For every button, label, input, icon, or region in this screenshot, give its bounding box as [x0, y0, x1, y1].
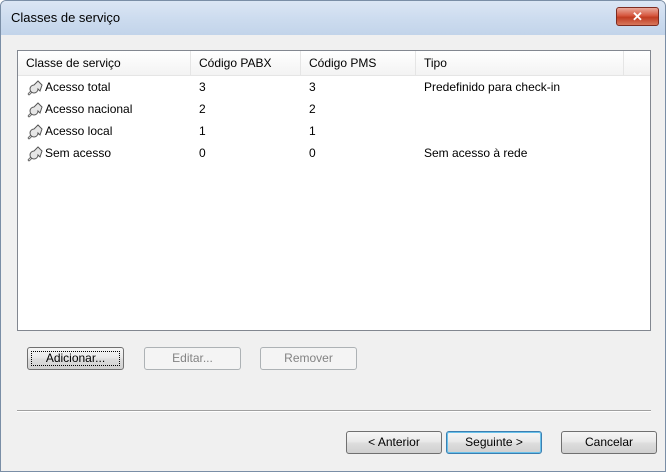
close-icon: ✕	[632, 9, 643, 24]
cell-tipo: Predefinido para check-in	[424, 80, 561, 94]
cell-pabx: 1	[199, 124, 206, 138]
wrench-icon	[27, 102, 43, 118]
remove-button-label: Remover	[284, 351, 333, 365]
classes-de-servico-dialog: Classes de serviço ✕ Classe de serviço C…	[0, 0, 666, 472]
wrench-icon	[27, 124, 43, 140]
cell-name: Acesso nacional	[45, 102, 133, 116]
cell-pms: 3	[309, 80, 316, 94]
cell-pabx: 2	[199, 102, 206, 116]
list-header: Classe de serviço Código PABX Código PMS…	[18, 51, 650, 76]
separator	[17, 410, 651, 412]
close-button[interactable]: ✕	[616, 7, 659, 26]
cell-name: Acesso local	[45, 124, 113, 138]
cell-pms: 0	[309, 146, 316, 160]
cell-pms: 1	[309, 124, 316, 138]
window-title: Classes de serviço	[11, 10, 121, 25]
cell-tipo: Sem acesso à rede	[424, 146, 528, 160]
cell-pms: 2	[309, 102, 316, 116]
focus-rectangle	[31, 351, 120, 366]
back-button-label: < Anterior	[368, 435, 420, 449]
cancel-button[interactable]: Cancelar	[561, 431, 657, 454]
title-bar[interactable]: Classes de serviço ✕	[1, 1, 665, 35]
edit-button[interactable]: Editar...	[144, 347, 241, 370]
cell-pabx: 0	[199, 146, 206, 160]
wrench-icon	[27, 80, 43, 96]
cell-name: Acesso total	[45, 80, 111, 94]
column-header-pabx[interactable]: Código PABX	[191, 51, 301, 75]
add-button[interactable]: Adicionar...	[27, 347, 124, 370]
cell-name: Sem acesso	[45, 146, 112, 160]
service-class-list[interactable]: Classe de serviço Código PABX Código PMS…	[17, 50, 651, 331]
column-header-filler	[624, 51, 650, 75]
list-item[interactable]: Acesso nacional 2 2	[18, 99, 650, 121]
cancel-button-label: Cancelar	[584, 435, 634, 449]
back-button[interactable]: < Anterior	[346, 431, 442, 454]
remove-button[interactable]: Remover	[260, 347, 357, 370]
list-item[interactable]: Acesso local 1 1	[18, 121, 650, 143]
list-item[interactable]: Acesso total 3 3 Predefinido para check-…	[18, 77, 650, 99]
next-button-label: Seguinte >	[465, 435, 523, 449]
column-header-pms[interactable]: Código PMS	[301, 51, 416, 75]
column-header-classe[interactable]: Classe de serviço	[18, 51, 191, 75]
next-button[interactable]: Seguinte >	[446, 431, 542, 454]
cell-pabx: 3	[199, 80, 206, 94]
edit-button-label: Editar...	[172, 351, 213, 365]
list-item[interactable]: Sem acesso 0 0 Sem acesso à rede	[18, 143, 650, 165]
list-rows: Acesso total 3 3 Predefinido para check-…	[18, 77, 650, 165]
wrench-icon	[27, 146, 43, 162]
column-header-tipo[interactable]: Tipo	[416, 51, 624, 75]
